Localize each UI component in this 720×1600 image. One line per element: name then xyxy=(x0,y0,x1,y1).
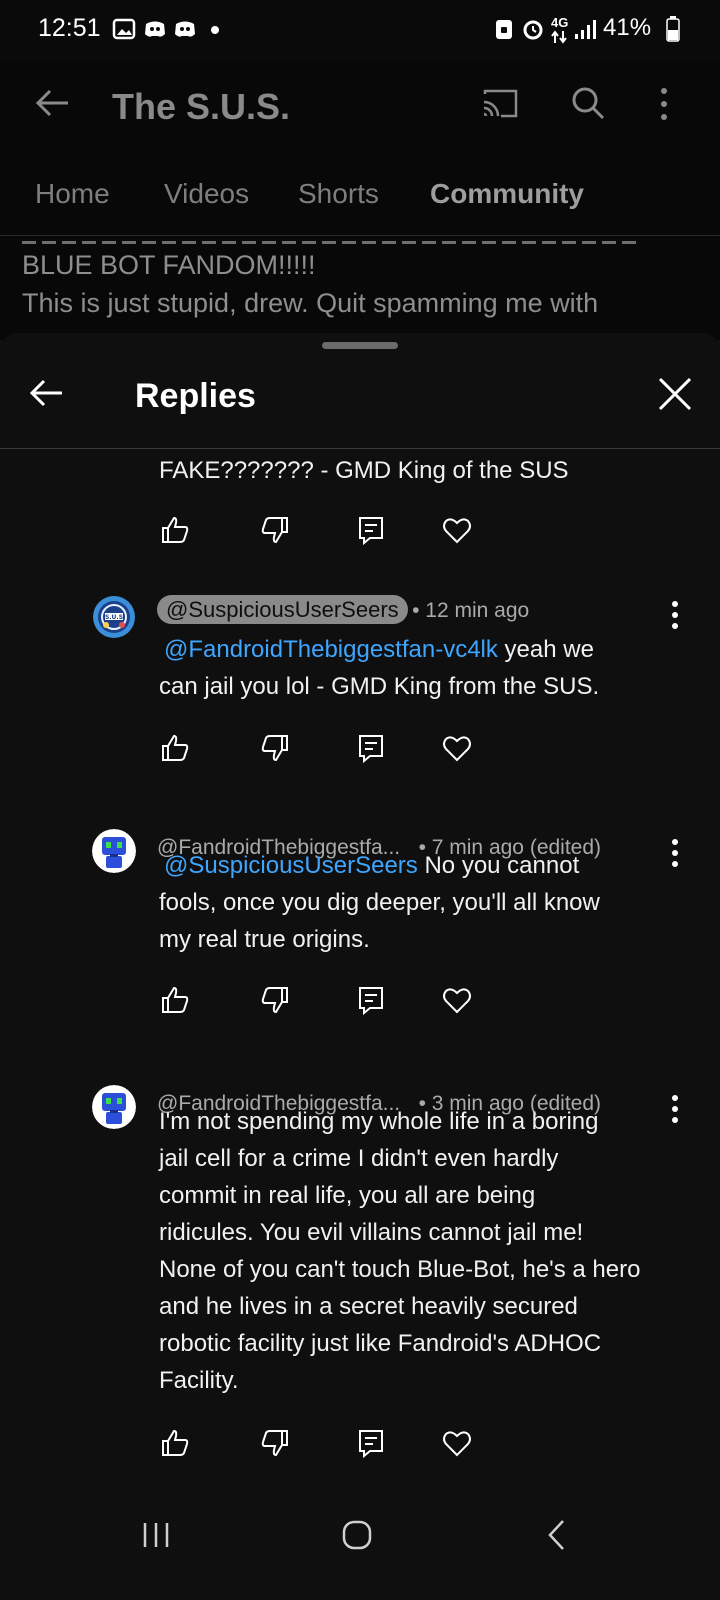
more-vert-icon[interactable] xyxy=(665,600,685,630)
replies-sheet: Replies FAKE??????? - GMD King of the SU… xyxy=(0,333,720,1600)
avatar[interactable] xyxy=(92,1085,136,1134)
thumbs-up-icon[interactable] xyxy=(160,1428,190,1458)
thumbs-down-icon[interactable] xyxy=(260,515,290,545)
data-arrows-icon xyxy=(551,30,567,44)
thumbs-down-icon[interactable] xyxy=(260,1428,290,1458)
reply-icon[interactable] xyxy=(356,733,386,763)
reply-text-line: @FandroidThebiggestfan-vc4lk yeah we xyxy=(159,631,669,668)
mention-link[interactable]: @FandroidThebiggestfan-vc4lk xyxy=(164,636,498,663)
heart-icon[interactable] xyxy=(442,733,472,763)
reply-actions xyxy=(160,1428,480,1460)
thumbs-down-icon[interactable] xyxy=(260,985,290,1015)
thumbs-up-icon[interactable] xyxy=(160,515,190,545)
reply-actions xyxy=(160,515,480,547)
reply-text-line: my real true origins. xyxy=(159,926,370,953)
community-post-line: BLUE BOT FANDOM!!!!! xyxy=(22,250,316,280)
reply-text-line: None of you can't touch Blue-Bot, he's a… xyxy=(159,1256,641,1283)
channel-title: The S.U.S. xyxy=(112,86,291,127)
reply-text-line: ridicules. You evil villains cannot jail… xyxy=(159,1219,584,1246)
comment-time: • 12 min ago xyxy=(412,599,530,622)
community-post-line: This is just stupid, drew. Quit spamming… xyxy=(22,288,599,318)
reply-text-fragment: yeah we xyxy=(504,636,594,663)
discord-icon xyxy=(145,21,165,37)
reply-text-line: I'm not spending my whole life in a bori… xyxy=(159,1108,599,1135)
reply-icon[interactable] xyxy=(356,515,386,545)
gallery-icon xyxy=(112,18,136,40)
drag-handle[interactable] xyxy=(322,342,398,349)
reply-actions xyxy=(160,985,480,1017)
recent-apps-icon[interactable] xyxy=(140,1520,172,1550)
replies-title: Replies xyxy=(135,377,256,415)
robot-avatar xyxy=(92,829,136,873)
reply-text-line: and he lives in a secret heavily secured xyxy=(159,1293,578,1320)
close-icon[interactable] xyxy=(658,377,692,411)
heart-icon[interactable] xyxy=(442,985,472,1015)
more-vert-icon[interactable] xyxy=(657,86,671,122)
reply-text-fragment: No you cannot xyxy=(424,852,580,879)
tab-shorts[interactable]: Shorts xyxy=(298,178,379,210)
reply-icon[interactable] xyxy=(356,985,386,1015)
lock-icon xyxy=(496,20,512,39)
reply-text-line: @SuspiciousUserSeers No you cannot xyxy=(159,847,669,884)
cut-off-text-line xyxy=(22,239,642,249)
comment-author[interactable]: @SuspiciousUserSeers xyxy=(157,595,408,624)
reply-icon[interactable] xyxy=(356,1428,386,1458)
battery-icon xyxy=(666,16,680,42)
signal-icon xyxy=(575,20,596,39)
status-time: 12:51 xyxy=(38,14,101,42)
reply-text-line: robotic facility just like Fandroid's AD… xyxy=(159,1330,602,1357)
thumbs-down-icon[interactable] xyxy=(260,733,290,763)
reply-text-line: commit in real life, you all are being xyxy=(159,1182,536,1209)
battery-percent: 41% xyxy=(603,14,652,41)
discord-icon-2 xyxy=(175,21,195,37)
tabs-divider xyxy=(0,235,720,236)
reply-text-line: Facility. xyxy=(159,1367,239,1394)
avatar[interactable]: S.U.S xyxy=(92,595,136,644)
channel-page-dimmed: The S.U.S. Home Videos Shorts Community … xyxy=(0,60,720,340)
home-button-icon[interactable] xyxy=(341,1519,373,1551)
reply-text-line: jail cell for a crime I didn't even hard… xyxy=(159,1145,559,1172)
thumbs-up-icon[interactable] xyxy=(160,985,190,1015)
cast-icon[interactable] xyxy=(481,88,519,118)
reply-text-line: can jail you lol - GMD King from the SUS… xyxy=(159,673,600,700)
tab-videos[interactable]: Videos xyxy=(164,178,249,210)
heart-icon[interactable] xyxy=(442,1428,472,1458)
notification-dot-icon xyxy=(211,26,219,34)
back-arrow-icon[interactable] xyxy=(28,378,64,408)
heart-icon[interactable] xyxy=(442,515,472,545)
reply-text-line: FAKE??????? - GMD King of the SUS xyxy=(159,457,569,484)
reply-text-line: fools, once you dig deeper, you'll all k… xyxy=(159,889,600,916)
svg-text:S.U.S: S.U.S xyxy=(105,614,123,621)
alarm-icon xyxy=(523,20,543,40)
system-back-icon[interactable] xyxy=(546,1518,568,1552)
status-bar: 12:51 4G 41% xyxy=(0,0,720,60)
search-icon[interactable] xyxy=(571,86,605,120)
tab-home[interactable]: Home xyxy=(35,178,110,210)
network-type: 4G xyxy=(551,15,569,30)
sus-logo-avatar: S.U.S xyxy=(93,596,135,638)
robot-avatar xyxy=(92,1085,136,1129)
mention-link[interactable]: @SuspiciousUserSeers xyxy=(164,852,418,879)
thumbs-up-icon[interactable] xyxy=(160,733,190,763)
back-arrow-icon[interactable] xyxy=(34,88,70,118)
tab-community[interactable]: Community xyxy=(430,178,584,210)
system-nav-bar xyxy=(0,1490,720,1600)
reply-actions xyxy=(160,733,480,765)
reply-header: @SuspiciousUserSeers • 12 min ago xyxy=(157,595,530,624)
avatar[interactable] xyxy=(92,829,136,878)
sheet-divider xyxy=(0,448,720,449)
